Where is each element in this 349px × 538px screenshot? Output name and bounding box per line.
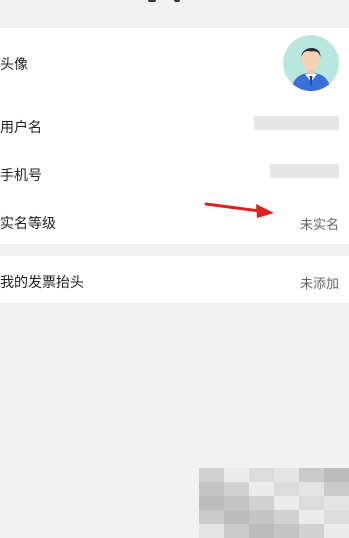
top-text-fragment bbox=[148, 0, 156, 2]
mosaic-tile bbox=[224, 468, 249, 482]
avatar-label: 头像 bbox=[0, 57, 28, 73]
mosaic-tile bbox=[274, 496, 299, 510]
mosaic-tile bbox=[224, 524, 249, 538]
username-value-redacted bbox=[254, 116, 339, 130]
mosaic-tile bbox=[224, 510, 249, 524]
pixelated-overlay bbox=[199, 468, 349, 538]
phone-row[interactable]: 手机号 bbox=[0, 148, 349, 196]
invoice-row[interactable]: 我的发票抬头 未添加 bbox=[0, 256, 349, 303]
mosaic-tile bbox=[299, 510, 324, 524]
mosaic-tile bbox=[324, 524, 349, 538]
mosaic-tile bbox=[199, 524, 224, 538]
mosaic-tile bbox=[249, 468, 274, 482]
realname-label: 实名等级 bbox=[0, 216, 56, 232]
mosaic-tile bbox=[199, 482, 224, 496]
avatar-illustration bbox=[283, 35, 339, 91]
mosaic-tile bbox=[274, 468, 299, 482]
mosaic-tile bbox=[299, 524, 324, 538]
mosaic-tile bbox=[324, 482, 349, 496]
annotation-arrow bbox=[204, 202, 274, 218]
mosaic-tile bbox=[224, 496, 249, 510]
mosaic-tile bbox=[324, 468, 349, 482]
status-bar-remnant bbox=[0, 0, 349, 26]
mosaic-tile bbox=[299, 496, 324, 510]
mosaic-tile bbox=[274, 482, 299, 496]
invoice-card: 我的发票抬头 未添加 bbox=[0, 256, 349, 303]
mosaic-tile bbox=[249, 524, 274, 538]
mosaic-tile bbox=[299, 468, 324, 482]
mosaic-tile bbox=[299, 482, 324, 496]
avatar-row[interactable]: 头像 bbox=[0, 28, 349, 100]
realname-row[interactable]: 实名等级 未实名 bbox=[0, 196, 349, 244]
username-label: 用户名 bbox=[0, 120, 42, 136]
mosaic-tile bbox=[274, 524, 299, 538]
mosaic-tile bbox=[274, 510, 299, 524]
mosaic-tile bbox=[224, 482, 249, 496]
mosaic-tile bbox=[199, 468, 224, 482]
profile-card: 头像 用户名 手机号 实名等级 未实名 bbox=[0, 28, 349, 244]
username-row[interactable]: 用户名 bbox=[0, 100, 349, 148]
invoice-status: 未添加 bbox=[299, 277, 339, 292]
phone-label: 手机号 bbox=[0, 168, 42, 184]
mosaic-tile bbox=[249, 482, 274, 496]
mosaic-tile bbox=[249, 510, 274, 524]
top-text-fragment bbox=[174, 0, 180, 2]
mosaic-tile bbox=[199, 510, 224, 524]
user-avatar-icon[interactable] bbox=[283, 35, 339, 91]
mosaic-tile bbox=[324, 510, 349, 524]
mosaic-tile bbox=[324, 496, 349, 510]
phone-value-redacted bbox=[270, 164, 339, 178]
mosaic-tile bbox=[249, 496, 274, 510]
realname-status: 未实名 bbox=[299, 218, 339, 233]
invoice-label: 我的发票抬头 bbox=[0, 275, 84, 291]
mosaic-tile bbox=[199, 496, 224, 510]
